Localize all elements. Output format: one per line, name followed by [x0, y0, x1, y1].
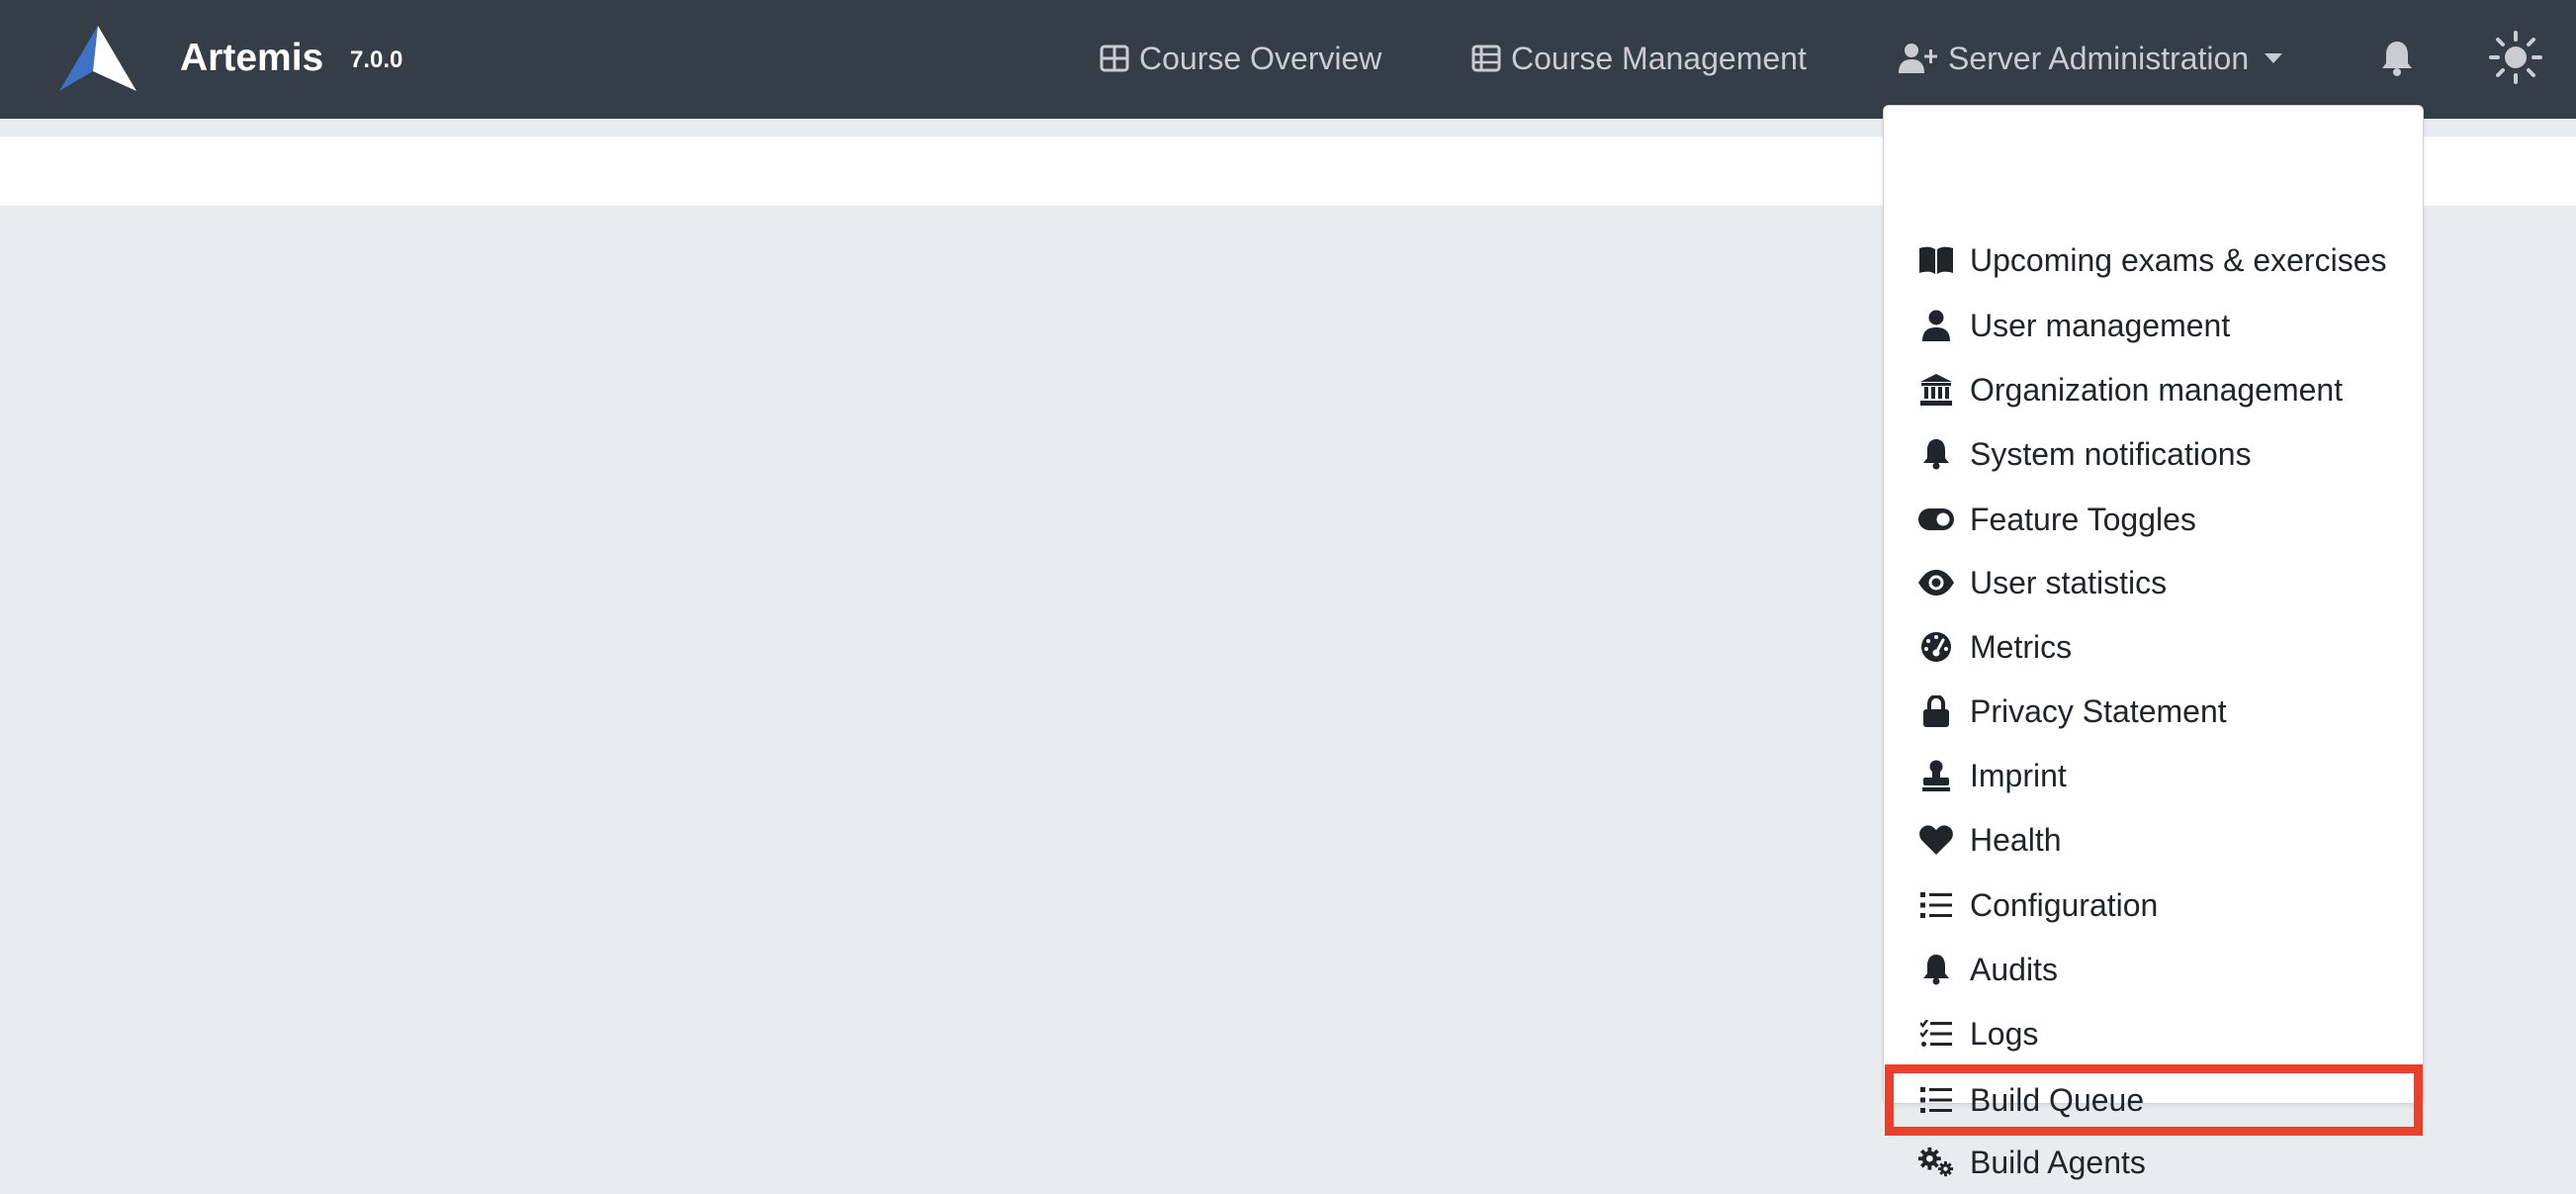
list-icon — [1918, 1082, 1954, 1118]
menu-item-label: Build Agents — [1970, 1144, 2146, 1180]
menu-item-build-agents[interactable]: Build Agents — [1884, 1131, 2423, 1194]
menu-item-label: Feature Toggles — [1970, 501, 2196, 537]
menu-item-user-statistics[interactable]: User statistics — [1884, 551, 2423, 614]
menu-item-label: Build Queue — [1970, 1081, 2145, 1118]
top-navbar: Artemis 7.0.0 Course Overview Course Man… — [0, 0, 2576, 119]
menu-item-label: Upcoming exams & exercises — [1970, 241, 2387, 278]
table-icon — [1471, 45, 1501, 72]
menu-item-metrics[interactable]: Metrics — [1884, 615, 2423, 679]
menu-item-label: Organization management — [1970, 371, 2344, 408]
menu-item-label: Audits — [1970, 951, 2058, 987]
nav-server-administration-label: Server Administration — [1948, 40, 2250, 76]
menu-item-user-management[interactable]: User management — [1884, 294, 2423, 357]
menu-item-organization-management[interactable]: Organization management — [1884, 358, 2423, 421]
menu-item-label: Health — [1970, 821, 2062, 858]
brand-version: 7.0.0 — [350, 46, 403, 73]
menu-item-build-queue[interactable]: Build Queue — [1885, 1064, 2423, 1136]
nav-course-overview-label: Course Overview — [1139, 40, 1382, 76]
menu-item-feature-toggles[interactable]: Feature Toggles — [1884, 488, 2423, 551]
caret-down-icon — [2265, 53, 2283, 63]
menu-item-label: System notifications — [1970, 435, 2252, 472]
user-plus-icon — [1899, 44, 1937, 73]
menu-item-audits[interactable]: Audits — [1884, 938, 2423, 1001]
cogs-icon — [1918, 1145, 1954, 1180]
user-icon — [1918, 308, 1954, 343]
tachometer-icon — [1918, 629, 1954, 665]
lock-icon — [1918, 693, 1954, 729]
artemis-logo-icon[interactable] — [59, 26, 136, 91]
menu-item-logs[interactable]: Logs — [1884, 1002, 2423, 1065]
nav-course-management[interactable]: Course Management — [1471, 34, 1807, 83]
tasks-icon — [1918, 1016, 1954, 1052]
heart-icon — [1918, 822, 1954, 858]
menu-item-privacy-statement[interactable]: Privacy Statement — [1884, 680, 2423, 743]
eye-icon — [1918, 565, 1954, 600]
menu-item-imprint[interactable]: Imprint — [1884, 744, 2423, 807]
menu-item-configuration[interactable]: Configuration — [1884, 873, 2423, 937]
menu-item-label: User management — [1970, 307, 2231, 343]
stamp-icon — [1918, 758, 1954, 793]
menu-item-label: User statistics — [1970, 564, 2168, 600]
toggle-on-icon — [1918, 502, 1954, 537]
brand-name[interactable]: Artemis — [180, 34, 323, 83]
menu-item-label: Imprint — [1970, 757, 2067, 793]
nav-course-management-label: Course Management — [1511, 40, 1807, 76]
nav-course-overview[interactable]: Course Overview — [1100, 34, 1381, 83]
bell-icon — [1918, 952, 1954, 987]
sun-icon[interactable] — [2488, 30, 2543, 85]
menu-item-label: Configuration — [1970, 886, 2159, 923]
menu-item-health[interactable]: Health — [1884, 808, 2423, 872]
menu-item-label: Logs — [1970, 1015, 2039, 1052]
menu-item-upcoming-exams[interactable]: Upcoming exams & exercises — [1884, 229, 2423, 292]
menu-item-label: Metrics — [1970, 628, 2073, 665]
nav-server-administration[interactable]: Server Administration — [1899, 34, 2283, 83]
bell-icon — [1918, 436, 1954, 472]
list-icon — [1918, 887, 1954, 923]
server-administration-dropdown: Upcoming exams & exercises User manageme… — [1883, 105, 2424, 1180]
menu-item-label: Privacy Statement — [1970, 692, 2227, 729]
th-large-icon — [1100, 45, 1129, 72]
book-open-icon — [1918, 242, 1954, 278]
menu-item-system-notifications[interactable]: System notifications — [1884, 422, 2423, 486]
notification-bell-icon[interactable] — [2379, 40, 2415, 77]
university-icon — [1918, 372, 1954, 408]
